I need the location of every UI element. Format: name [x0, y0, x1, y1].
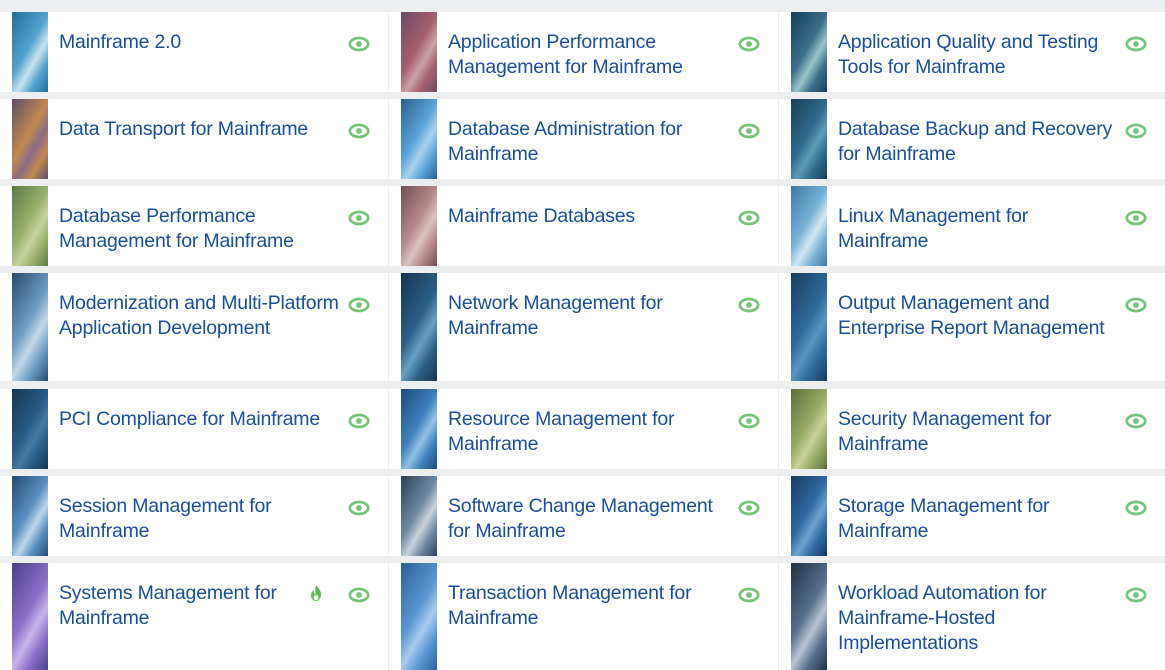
card-thumbnail: [12, 186, 48, 266]
eye-icon[interactable]: [738, 33, 760, 55]
flame-icon: [311, 585, 321, 601]
card-title[interactable]: Database Performance Management for Main…: [59, 204, 339, 254]
card-security-management[interactable]: Security Management for Mainframe: [779, 389, 1165, 469]
card-mainframe-2-0[interactable]: Mainframe 2.0: [0, 12, 388, 92]
card-title[interactable]: Data Transport for Mainframe: [59, 117, 339, 142]
card-title[interactable]: Software Change Management for Mainframe: [448, 494, 728, 544]
eye-icon[interactable]: [738, 294, 760, 316]
card-thumbnail: [791, 99, 827, 179]
card-software-change-management[interactable]: Software Change Management for Mainframe: [389, 476, 778, 556]
card-thumbnail: [791, 389, 827, 469]
card-thumbnail: [791, 186, 827, 266]
eye-icon[interactable]: [738, 410, 760, 432]
card-title[interactable]: Session Management for Mainframe: [59, 494, 339, 544]
card-thumbnail: [401, 476, 437, 556]
card-title[interactable]: Modernization and Multi-Platform Applica…: [59, 291, 339, 341]
card-title[interactable]: Transaction Management for Mainframe: [448, 581, 728, 631]
card-title[interactable]: Network Management for Mainframe: [448, 291, 728, 341]
card-thumbnail: [12, 563, 48, 670]
card-thumbnail: [401, 273, 437, 381]
eye-icon[interactable]: [348, 120, 370, 142]
card-thumbnail: [791, 273, 827, 381]
eye-icon[interactable]: [348, 497, 370, 519]
eye-icon[interactable]: [1125, 497, 1147, 519]
card-database-administration[interactable]: Database Administration for Mainframe: [389, 99, 778, 179]
card-data-transport[interactable]: Data Transport for Mainframe: [0, 99, 388, 179]
eye-icon[interactable]: [348, 584, 370, 606]
card-mainframe-databases[interactable]: Mainframe Databases: [389, 186, 778, 266]
card-title[interactable]: Mainframe 2.0: [59, 30, 339, 55]
card-title[interactable]: PCI Compliance for Mainframe: [59, 407, 339, 432]
solutions-grid: Mainframe 2.0 Application Performance Ma…: [0, 0, 1165, 670]
card-thumbnail: [12, 389, 48, 469]
card-linux-management[interactable]: Linux Management for Mainframe: [779, 186, 1165, 266]
card-pci-compliance[interactable]: PCI Compliance for Mainframe: [0, 389, 388, 469]
eye-icon[interactable]: [348, 410, 370, 432]
card-thumbnail: [12, 99, 48, 179]
card-thumbnail: [791, 12, 827, 92]
card-database-performance-management[interactable]: Database Performance Management for Main…: [0, 186, 388, 266]
card-workload-automation[interactable]: Workload Automation for Mainframe-Hosted…: [779, 563, 1165, 670]
card-resource-management[interactable]: Resource Management for Mainframe: [389, 389, 778, 469]
eye-icon[interactable]: [348, 33, 370, 55]
card-title[interactable]: Application Performance Management for M…: [448, 30, 728, 80]
card-thumbnail: [401, 12, 437, 92]
card-thumbnail: [12, 273, 48, 381]
card-thumbnail: [791, 476, 827, 556]
card-title[interactable]: Systems Management for Mainframe: [59, 581, 339, 631]
card-thumbnail: [12, 476, 48, 556]
card-application-quality-testing[interactable]: Application Quality and Testing Tools fo…: [779, 12, 1165, 92]
eye-icon[interactable]: [738, 584, 760, 606]
card-thumbnail: [401, 389, 437, 469]
card-modernization-multi-platform[interactable]: Modernization and Multi-Platform Applica…: [0, 273, 388, 381]
card-title[interactable]: Workload Automation for Mainframe-Hosted…: [838, 581, 1118, 656]
card-network-management[interactable]: Network Management for Mainframe: [389, 273, 778, 381]
card-title[interactable]: Security Management for Mainframe: [838, 407, 1118, 457]
card-session-management[interactable]: Session Management for Mainframe: [0, 476, 388, 556]
eye-icon[interactable]: [738, 120, 760, 142]
card-transaction-management[interactable]: Transaction Management for Mainframe: [389, 563, 778, 670]
card-title[interactable]: Database Backup and Recovery for Mainfra…: [838, 117, 1118, 167]
eye-icon[interactable]: [1125, 207, 1147, 229]
card-title[interactable]: Application Quality and Testing Tools fo…: [838, 30, 1118, 80]
card-storage-management[interactable]: Storage Management for Mainframe: [779, 476, 1165, 556]
card-title[interactable]: Mainframe Databases: [448, 204, 728, 229]
eye-icon[interactable]: [1125, 120, 1147, 142]
card-thumbnail: [401, 186, 437, 266]
card-title[interactable]: Resource Management for Mainframe: [448, 407, 728, 457]
eye-icon[interactable]: [1125, 33, 1147, 55]
card-title[interactable]: Storage Management for Mainframe: [838, 494, 1118, 544]
card-title[interactable]: Output Management and Enterprise Report …: [838, 291, 1118, 341]
card-application-performance-management[interactable]: Application Performance Management for M…: [389, 12, 778, 92]
eye-icon[interactable]: [348, 294, 370, 316]
eye-icon[interactable]: [738, 207, 760, 229]
card-thumbnail: [401, 99, 437, 179]
card-title[interactable]: Database Administration for Mainframe: [448, 117, 728, 167]
eye-icon[interactable]: [1125, 584, 1147, 606]
card-output-management[interactable]: Output Management and Enterprise Report …: [779, 273, 1165, 381]
card-thumbnail: [401, 563, 437, 670]
eye-icon[interactable]: [348, 207, 370, 229]
card-database-backup-recovery[interactable]: Database Backup and Recovery for Mainfra…: [779, 99, 1165, 179]
eye-icon[interactable]: [1125, 410, 1147, 432]
card-title[interactable]: Linux Management for Mainframe: [838, 204, 1118, 254]
card-systems-management[interactable]: Systems Management for Mainframe: [0, 563, 388, 670]
eye-icon[interactable]: [738, 497, 760, 519]
card-thumbnail: [12, 12, 48, 92]
eye-icon[interactable]: [1125, 294, 1147, 316]
card-thumbnail: [791, 563, 827, 670]
